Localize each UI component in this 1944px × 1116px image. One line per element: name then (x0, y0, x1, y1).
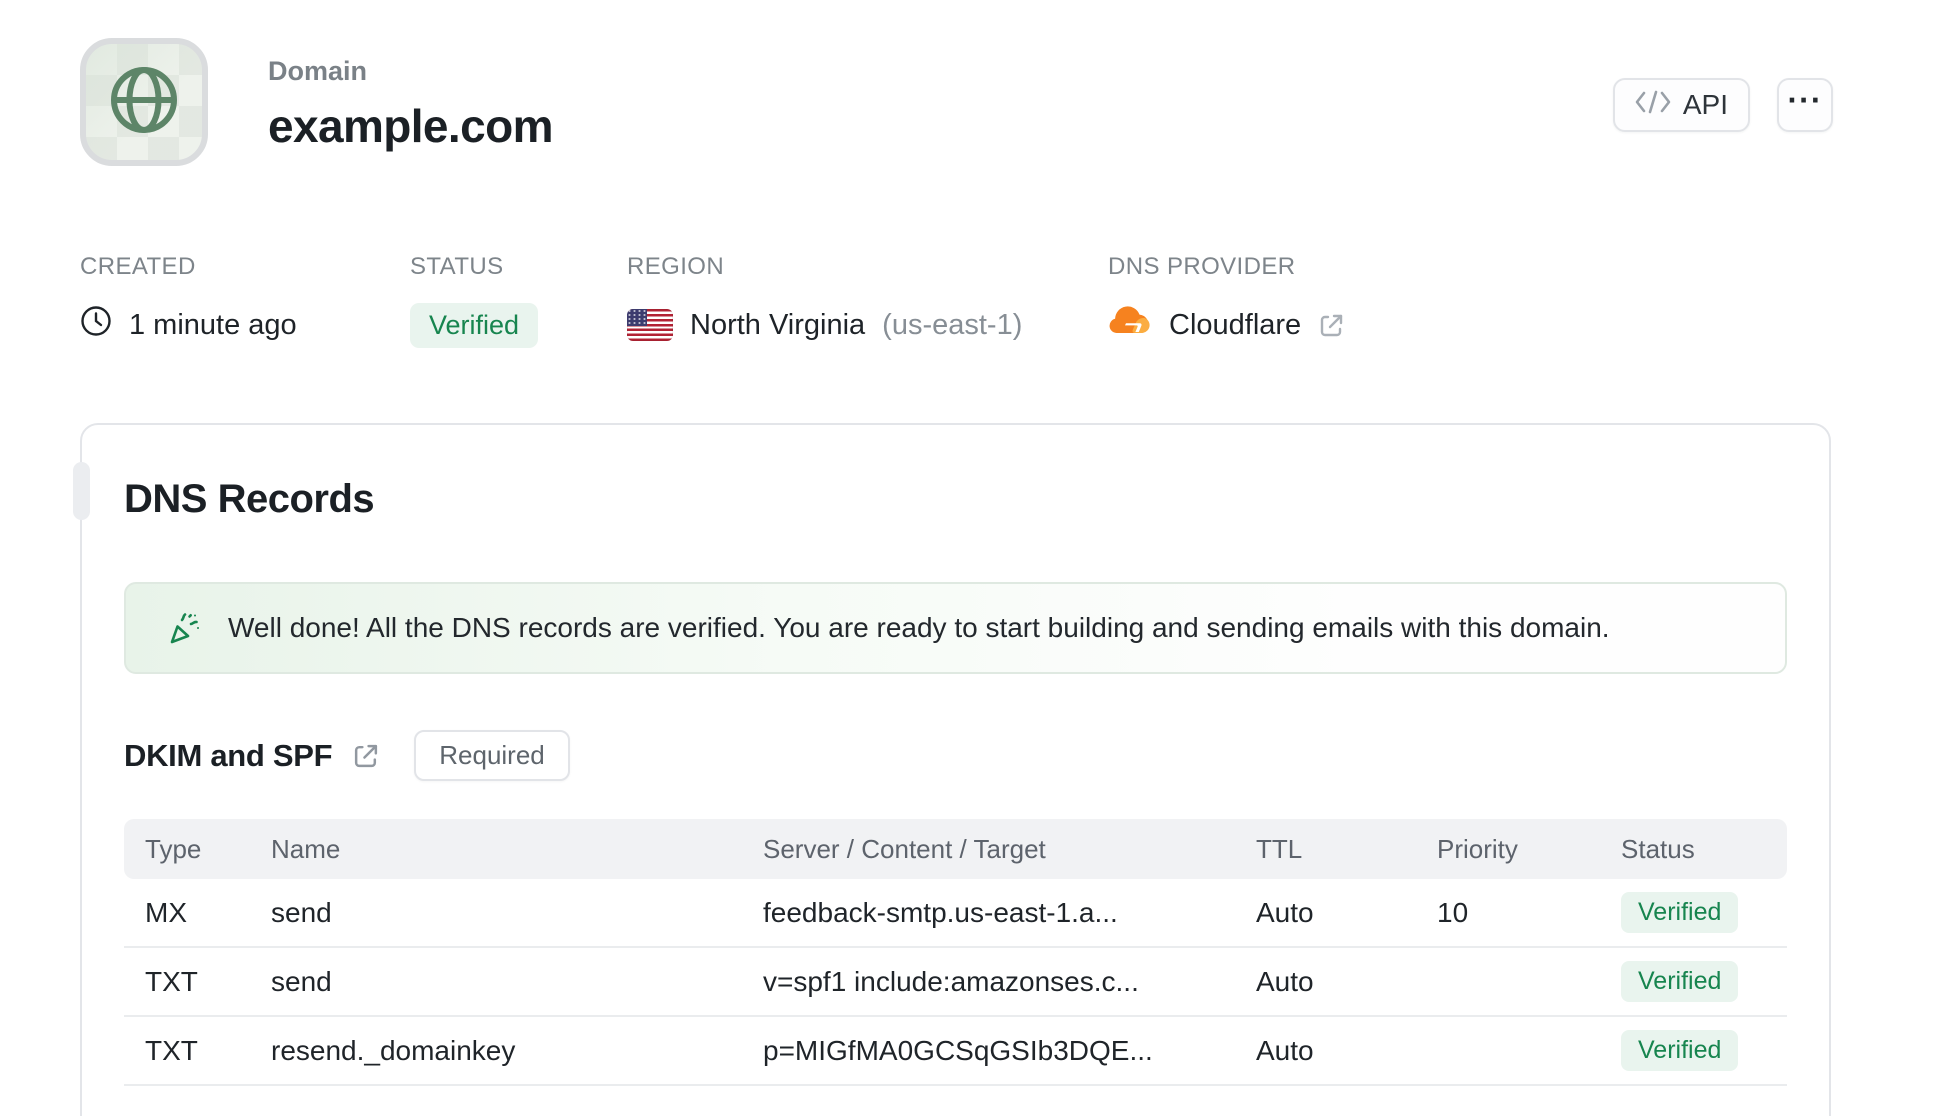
created-label: CREATED (80, 253, 196, 280)
dns-table: Type Name Server / Content / Target TTL … (124, 819, 1787, 1086)
required-badge: Required (414, 730, 570, 781)
domain-avatar (80, 38, 208, 166)
table-row[interactable]: MX send feedback-smtp.us-east-1.a... Aut… (124, 879, 1787, 948)
row-server: v=spf1 include:amazonses.c... (763, 965, 1139, 997)
row-type: TXT (145, 1034, 198, 1066)
dns-records-heading: DNS Records (124, 477, 375, 521)
page-title: example.com (268, 100, 553, 152)
dns-provider-link[interactable]: Cloudflare (1108, 303, 1345, 347)
header-actions: API ··· (1612, 78, 1833, 132)
meta-status: STATUS Verified (410, 253, 627, 348)
col-status: Status (1621, 833, 1695, 864)
page-eyebrow: Domain (268, 56, 368, 86)
code-icon (1635, 89, 1671, 122)
row-server: feedback-smtp.us-east-1.a... (763, 896, 1118, 928)
created-value: 1 minute ago (129, 308, 297, 341)
page-title-block: Domain example.com (268, 56, 553, 153)
dns-provider-label: DNS PROVIDER (1108, 253, 1296, 280)
meta-dns-provider: DNS PROVIDER Cloudflare (1108, 253, 1345, 348)
meta-created: CREATED 1 minute ago (80, 253, 410, 348)
dns-provider-value: Cloudflare (1169, 308, 1302, 341)
region-code: (us-east-1) (882, 308, 1023, 341)
col-name: Name (271, 833, 341, 864)
meta-row: CREATED 1 minute ago STATUS Verified REG… (80, 253, 1884, 348)
col-ttl: TTL (1256, 833, 1303, 864)
globe-icon (107, 63, 181, 142)
clock-icon (80, 305, 112, 345)
row-ttl: Auto (1256, 1034, 1314, 1066)
row-ttl: Auto (1256, 965, 1314, 997)
dns-table-header: Type Name Server / Content / Target TTL … (124, 819, 1787, 879)
col-type: Type (145, 833, 202, 864)
row-name: resend._domainkey (271, 1034, 516, 1066)
dkim-spf-section-head: DKIM and SPF Required (124, 730, 1787, 781)
status-label: STATUS (410, 253, 504, 280)
status-badge: Verified (410, 303, 539, 348)
row-priority: 10 (1437, 896, 1469, 928)
api-button-label: API (1682, 89, 1728, 120)
region-value: North Virginia (690, 308, 866, 341)
card-notch (73, 462, 90, 520)
table-row[interactable]: TXT send v=spf1 include:amazonses.c... A… (124, 948, 1787, 1017)
api-button[interactable]: API (1612, 78, 1750, 132)
row-name: send (271, 896, 332, 928)
table-row[interactable]: TXT resend._domainkey p=MIGfMA0GCSqGSIb3… (124, 1017, 1787, 1086)
meta-region: REGION North Virginia (us-east-1) (627, 253, 1108, 348)
us-flag-icon (627, 309, 673, 341)
row-type: TXT (145, 965, 198, 997)
dns-records-card: DNS Records Well done! All the DNS recor… (73, 423, 1831, 1116)
more-button[interactable]: ··· (1777, 78, 1833, 132)
ellipsis-icon: ··· (1787, 81, 1823, 118)
row-status-badge: Verified (1621, 892, 1739, 933)
external-link-icon (1318, 312, 1345, 339)
success-banner: Well done! All the DNS records are verif… (124, 582, 1787, 674)
row-name: send (271, 965, 332, 997)
party-popper-icon (164, 609, 202, 647)
dkim-external-link-icon[interactable] (352, 742, 380, 770)
col-priority: Priority (1437, 833, 1518, 864)
success-banner-text: Well done! All the DNS records are verif… (228, 612, 1610, 643)
row-ttl: Auto (1256, 896, 1314, 928)
col-server: Server / Content / Target (763, 833, 1046, 864)
cloudflare-icon (1108, 305, 1152, 345)
row-server: p=MIGfMA0GCSqGSIb3DQE... (763, 1034, 1153, 1066)
row-status-badge: Verified (1621, 1030, 1739, 1071)
region-label: REGION (627, 253, 725, 280)
row-status-badge: Verified (1621, 961, 1739, 1002)
row-type: MX (145, 896, 187, 928)
dkim-spf-heading: DKIM and SPF (124, 737, 333, 773)
